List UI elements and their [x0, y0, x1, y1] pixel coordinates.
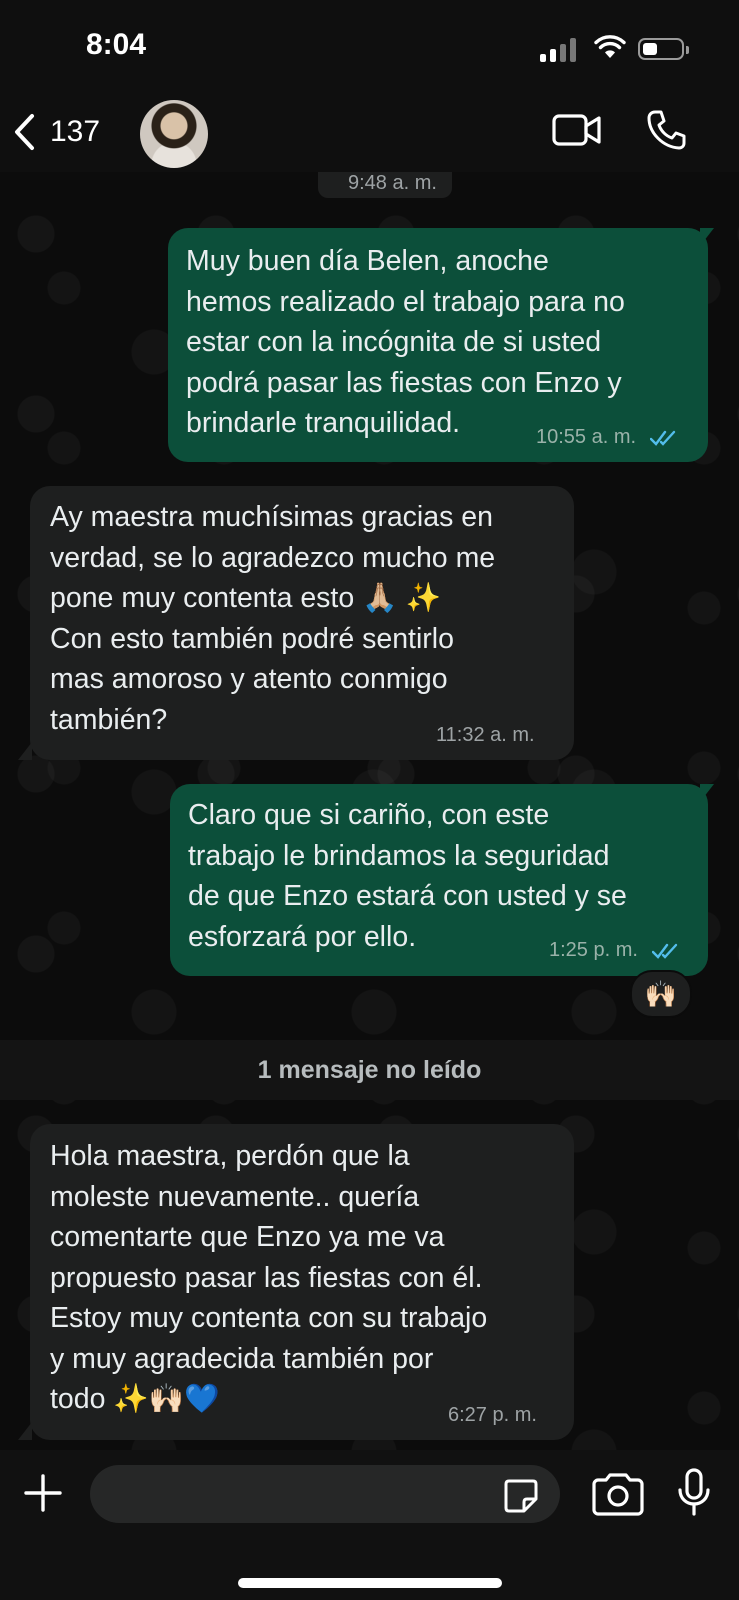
status-bar: 8:04 — [0, 0, 739, 95]
unread-chats-count: 137 — [50, 115, 101, 148]
phone-icon[interactable] — [646, 109, 686, 151]
previous-message-timestamp: 9:48 a. m. — [318, 170, 452, 198]
bubble-tail — [700, 228, 714, 246]
incoming-message-bubble[interactable]: Ay maestra muchísimas gracias en verdad,… — [30, 486, 574, 760]
message-text: Muy buen día Belen, anoche hemos realiza… — [186, 245, 625, 439]
home-indicator — [238, 1578, 502, 1588]
message-time: 10:55 a. m. — [536, 426, 637, 448]
message-meta: 1:25 p. m. — [549, 939, 680, 962]
cellular-signal-icon — [540, 38, 578, 62]
message-text: Hola maestra, perdón que la moleste nuev… — [50, 1140, 488, 1415]
battery-icon — [638, 38, 689, 60]
unread-label: 1 mensaje no leído — [257, 1056, 482, 1084]
message-time: 6:27 p. m. — [448, 1404, 537, 1426]
sticker-icon[interactable] — [503, 1478, 539, 1514]
message-text: Claro que si cariño, con este trabajo le… — [188, 799, 627, 953]
microphone-icon[interactable] — [676, 1468, 712, 1518]
message-input[interactable] — [90, 1465, 560, 1523]
back-button[interactable]: 137 — [12, 107, 100, 157]
unread-messages-divider: 1 mensaje no leído — [0, 1040, 739, 1100]
chat-header: 137 — [0, 95, 739, 172]
contact-avatar[interactable] — [140, 100, 208, 168]
message-text: Ay maestra muchísimas gracias en verdad,… — [50, 501, 496, 736]
plus-icon[interactable] — [24, 1474, 62, 1512]
outgoing-message-bubble[interactable]: Muy buen día Belen, anoche hemos realiza… — [168, 228, 708, 462]
bubble-tail — [18, 742, 32, 760]
bubble-tail — [700, 784, 714, 802]
message-time: 11:32 a. m. — [436, 724, 535, 746]
video-call-icon[interactable] — [552, 113, 602, 147]
message-composer — [0, 1450, 739, 1600]
message-meta: 10:55 a. m. — [536, 426, 678, 449]
outgoing-message-bubble[interactable]: Claro que si cariño, con este trabajo le… — [170, 784, 708, 976]
double-check-read-icon — [651, 943, 677, 959]
bubble-tail — [18, 1422, 32, 1440]
double-check-read-icon — [649, 430, 675, 446]
message-reaction[interactable]: 🙌🏻 — [630, 970, 692, 1018]
message-time: 1:25 p. m. — [549, 939, 638, 961]
back-chevron-icon — [15, 114, 34, 150]
camera-icon[interactable] — [590, 1472, 646, 1516]
status-time: 8:04 — [86, 28, 147, 61]
wifi-icon — [594, 35, 626, 58]
incoming-message-bubble[interactable]: Hola maestra, perdón que la moleste nuev… — [30, 1124, 574, 1440]
